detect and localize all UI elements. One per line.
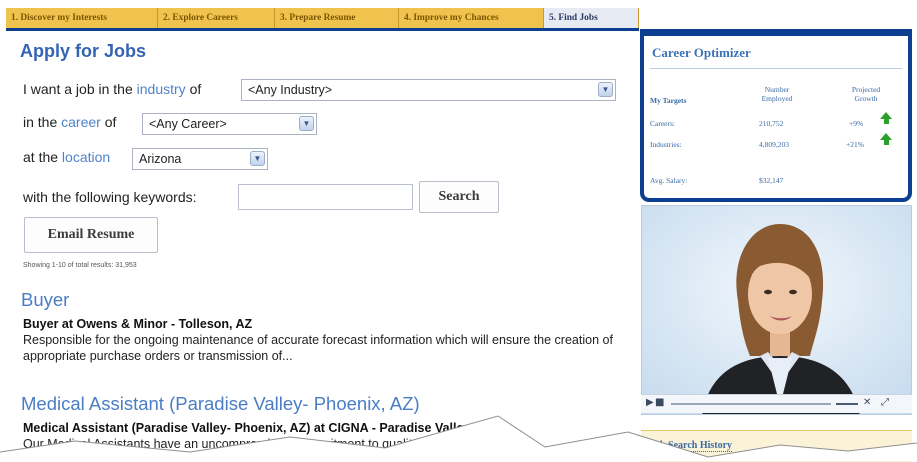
industry-prefix: I want a job in the (23, 81, 133, 97)
location-link[interactable]: location (62, 149, 110, 165)
job-search-history-title[interactable]: Job Search History (650, 440, 733, 452)
job-title-link[interactable]: Buyer (21, 289, 69, 311)
chevron-down-icon: ▼ (299, 116, 314, 131)
results-count: Showing 1-10 of total results: 31,953 (23, 262, 137, 269)
close-icon[interactable]: ✕ (863, 397, 871, 408)
location-prefix: at the (23, 149, 59, 165)
fullscreen-icon[interactable]: ⤢ (881, 397, 889, 408)
presenter-video-frame (642, 206, 911, 414)
tab-prepare-resume[interactable]: 3. Prepare Resume (275, 8, 399, 28)
location-select-value: Arizona (139, 152, 182, 166)
keywords-label: with the following keywords: (23, 189, 197, 205)
tab-explore-careers[interactable]: 2. Explore Careers (158, 8, 275, 28)
career-row: in the career of (23, 114, 116, 130)
job-description: Responsible for the ongoing maintenance … (23, 333, 613, 363)
industries-label[interactable]: Industries: (650, 140, 682, 149)
career-select-value: <Any Career> (149, 117, 227, 131)
career-prefix: in the (23, 114, 58, 130)
job-company: Buyer at Owens & Minor - Tolleson, AZ (23, 317, 253, 331)
industries-employed: 4,809,203 (759, 140, 789, 149)
growth-header: Projected Growth (851, 85, 881, 103)
job-company: Medical Assistant (Paradise Valley- Phoe… (23, 421, 493, 435)
chevron-down-icon: ▼ (598, 82, 613, 97)
stop-icon[interactable]: ■ (655, 397, 664, 408)
employed-header: Number Employed (761, 85, 793, 103)
optimizer-title: Career Optimizer (652, 45, 751, 60)
tab-improve-chances[interactable]: 4. Improve my Chances (399, 8, 544, 28)
industry-suffix: of (189, 81, 202, 97)
play-icon[interactable]: ▶ (646, 397, 654, 408)
divider (650, 68, 902, 69)
industries-growth: +21% (846, 140, 864, 149)
industry-select-value: <Any Industry> (248, 83, 333, 97)
chevron-down-icon: ▼ (250, 151, 265, 166)
optimizer-header-bar (644, 33, 908, 36)
job-description: Our Medical Assistants have an uncomprom… (23, 437, 456, 451)
career-select[interactable]: <Any Career> ▼ (142, 113, 317, 135)
industry-select[interactable]: <Any Industry> ▼ (241, 79, 616, 101)
search-button[interactable]: Search (419, 181, 499, 213)
video-seek-bar[interactable] (671, 403, 831, 405)
industry-row: I want a job in the industry of (23, 81, 201, 97)
targets-header: My Targets (650, 96, 687, 105)
location-row: at the location (23, 149, 110, 165)
video-controls: ▶ ■ ✕ ⤢ (641, 394, 912, 413)
careers-growth: +9% (849, 119, 864, 128)
industry-link[interactable]: industry (137, 81, 186, 97)
email-resume-button[interactable]: Email Resume (24, 217, 158, 253)
volume-slider[interactable] (836, 403, 858, 405)
careers-employed: 210,752 (759, 119, 784, 128)
career-optimizer-panel: Career Optimizer My Targets Number Emplo… (640, 29, 912, 202)
location-select[interactable]: Arizona ▼ (132, 148, 268, 170)
tab-discover-interests[interactable]: 1. Discover my Interests (6, 8, 158, 28)
tab-find-jobs[interactable]: 5. Find Jobs (544, 8, 639, 28)
career-suffix: of (104, 114, 117, 130)
page-title: Apply for Jobs (20, 41, 147, 61)
careers-label[interactable]: Careers: (650, 119, 675, 128)
career-link[interactable]: career (61, 114, 101, 130)
salary-label: Avg. Salary: (650, 176, 688, 185)
apply-jobs-panel: Apply for Jobs I want a job in the indus… (6, 31, 634, 461)
job-title-link[interactable]: Medical Assistant (Paradise Valley- Phoe… (21, 393, 420, 415)
video-player[interactable] (641, 205, 912, 415)
step-tabs: 1. Discover my Interests 2. Explore Care… (6, 8, 639, 31)
keywords-input[interactable] (238, 184, 413, 210)
salary-value: $32,147 (759, 176, 784, 185)
